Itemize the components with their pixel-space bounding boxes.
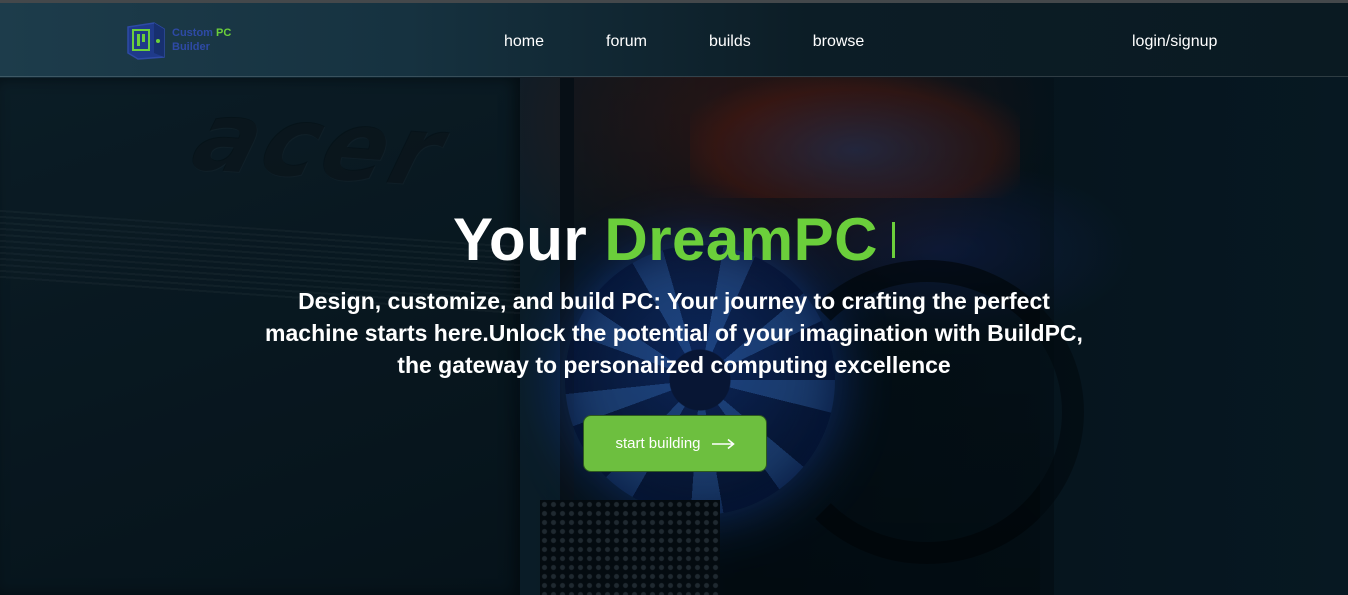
page: acer Custom PC Builder home forum builds…: [0, 0, 1348, 595]
brand-logo[interactable]: Custom PC Builder: [124, 19, 231, 61]
brand-word-pc: PC: [216, 27, 232, 39]
brand-wordmark: Custom PC Builder: [172, 26, 231, 54]
main-nav: home forum builds browse: [480, 3, 888, 80]
headline-accent: DreamPC: [604, 206, 878, 273]
nav-item-builds[interactable]: builds: [685, 33, 775, 51]
nav-item-browse[interactable]: browse: [789, 33, 889, 51]
start-building-button[interactable]: start building: [583, 415, 767, 472]
brand-word-builder: Builder: [172, 41, 210, 53]
hero-section: Your DreamPC Design, customize, and buil…: [0, 195, 1348, 381]
nav-item-forum[interactable]: forum: [582, 33, 671, 51]
headline-prefix: Your: [452, 206, 588, 273]
nav-item-home[interactable]: home: [480, 33, 568, 51]
brand-line1: Custom PC: [172, 26, 231, 40]
arrow-right-icon: [711, 438, 735, 449]
hero-headline: Your DreamPC: [0, 195, 1348, 285]
pc-case-logo-icon: [127, 22, 165, 60]
start-building-label: start building: [615, 435, 701, 452]
brand-word-custom: Custom: [172, 27, 213, 39]
hero-subtitle: Design, customize, and build PC: Your jo…: [265, 288, 1083, 378]
typing-caret: [892, 222, 895, 259]
navbar: Custom PC Builder home forum builds brow…: [0, 0, 1348, 77]
login-signup-link[interactable]: login/signup: [1132, 3, 1217, 80]
